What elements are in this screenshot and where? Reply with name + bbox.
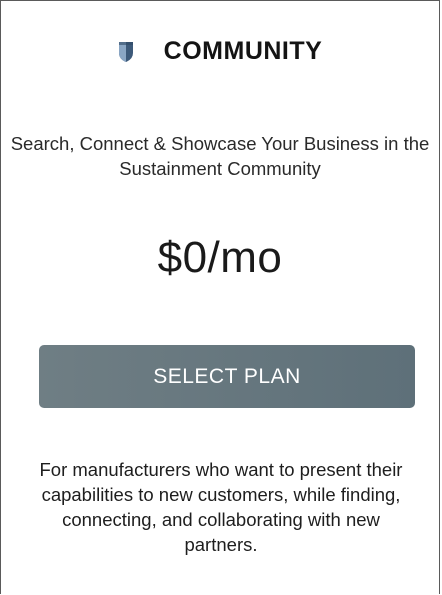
plan-price: $0/mo [157,233,283,282]
plan-description: For manufacturers who want to present th… [39,459,403,555]
plan-card: COMMUNITY Search, Connect & Showcase You… [0,0,440,594]
plan-tagline: Search, Connect & Showcase Your Business… [10,133,430,179]
shield-icon [118,41,134,63]
plan-header: COMMUNITY [1,37,439,66]
plan-title: COMMUNITY [163,37,323,65]
select-plan-button[interactable]: SELECT PLAN [39,345,415,408]
